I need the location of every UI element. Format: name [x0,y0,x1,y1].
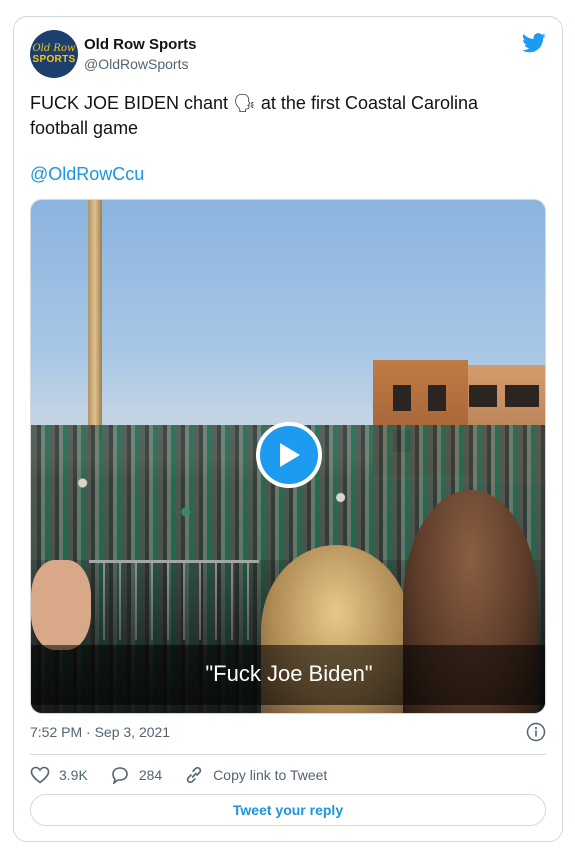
tweet-card: Old Row SPORTS Old Row Sports @OldRowSpo… [13,16,563,842]
avatar-logo-top: Old Row [32,42,76,54]
tweet-text: FUCK JOE BIDEN chant 🗣 at the first Coas… [30,93,479,138]
action-bar: 3.9K 284 Copy link to Tweet [30,765,349,785]
play-button[interactable] [256,422,322,488]
hand [31,560,91,650]
heart-icon [30,766,50,784]
twitter-bird-icon[interactable] [522,33,546,53]
author-name[interactable]: Old Row Sports [84,36,197,53]
info-icon[interactable] [526,722,546,742]
copy-link-label: Copy link to Tweet [213,767,328,783]
author-handle[interactable]: @OldRowSports [84,56,188,72]
divider [30,754,546,755]
video-player[interactable]: "Fuck Joe Biden" [30,199,546,714]
reply-icon [112,767,128,784]
reply-count: 284 [138,767,163,783]
like-count: 3.9K [59,767,88,783]
link-icon [186,766,202,784]
light-pole [88,200,102,440]
video-caption: "Fuck Joe Biden" [205,661,373,686]
mention-link[interactable]: @OldRowCcu [30,164,144,185]
tweet-timestamp[interactable]: 7:52 PM · Sep 3, 2021 [30,724,170,740]
play-icon [280,443,300,467]
avatar[interactable]: Old Row SPORTS [30,30,78,78]
reply-count-button[interactable]: 284 [110,766,162,784]
avatar-logo-bottom: SPORTS [32,53,76,65]
like-button[interactable]: 3.9K [30,766,88,784]
copy-link-button[interactable]: Copy link to Tweet [184,766,327,784]
tweet-reply-button[interactable]: Tweet your reply [30,794,546,826]
